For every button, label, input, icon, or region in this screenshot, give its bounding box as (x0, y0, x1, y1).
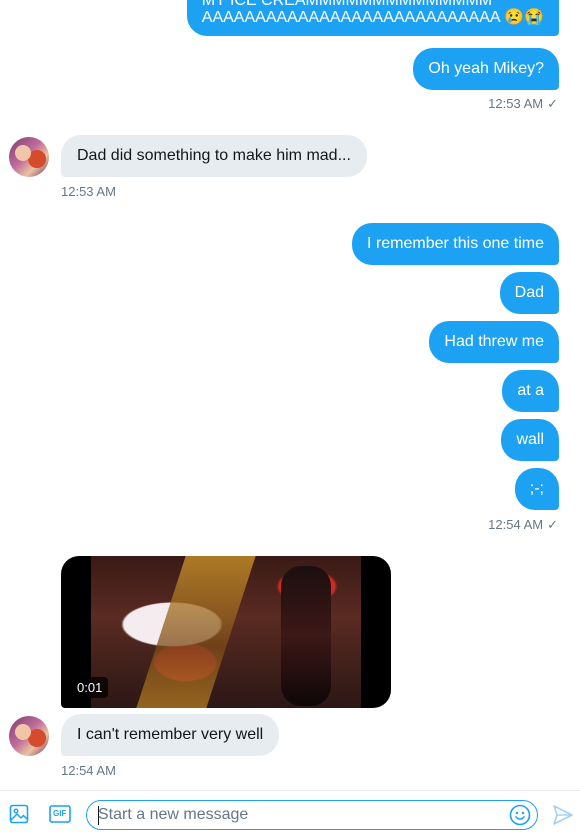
read-check-icon: ✓ (547, 96, 558, 111)
message-input[interactable] (98, 805, 498, 825)
message-out-oh-yeah[interactable]: Oh yeah Mikey? (413, 48, 559, 90)
send-icon[interactable] (552, 804, 574, 826)
message-composer: GIF (0, 790, 580, 839)
message-thread: MY ICE CREAMMMMMMMMMMMMMM AAAAAAAAAAAAAA… (0, 0, 580, 790)
gif-label: GIF (53, 809, 67, 818)
message-in-cant-remember[interactable]: I can't remember very well (61, 714, 280, 756)
video-duration-badge: 0:01 (71, 677, 109, 698)
message-text-line: AAAAAAAAAAAAAAAAAAAAAAAAAAAA 😢😭 (201, 9, 544, 26)
message-out-emote[interactable]: ;-; (514, 468, 559, 510)
message-input-box[interactable] (86, 800, 538, 830)
gif-icon[interactable]: GIF (49, 805, 71, 823)
timestamp-text: 12:53 AM (488, 96, 544, 111)
timestamp: 12:53 AM (61, 184, 116, 199)
message-text: I can't remember very well (77, 726, 264, 743)
message-out-at-a[interactable]: at a (502, 370, 559, 412)
video-thumbnail (91, 556, 361, 708)
message-text: ;-; (529, 480, 544, 497)
message-out-wall[interactable]: wall (501, 419, 559, 461)
message-out-had-threw[interactable]: Had threw me (429, 321, 559, 363)
message-out-dad[interactable]: Dad (499, 272, 559, 314)
message-text: Dad did something to make him mad... (77, 147, 351, 164)
timestamp-text: 12:54 AM (488, 517, 544, 532)
message-text: Had threw me (444, 333, 544, 350)
message-text-line: MY ICE CREAMMMMMMMMMMMMMM (202, 0, 544, 8)
timestamp: 12:54 AM (61, 763, 116, 778)
timestamp: 12:53 AM ✓ (488, 96, 558, 112)
message-text: Dad (514, 284, 544, 301)
message-out-remember[interactable]: I remember this one time (352, 223, 559, 265)
message-text: I remember this one time (367, 235, 544, 252)
video-message[interactable]: 0:01 (61, 556, 391, 708)
timestamp: 12:54 AM ✓ (488, 517, 558, 533)
read-check-icon: ✓ (547, 517, 558, 532)
avatar[interactable] (9, 716, 49, 756)
message-out-ice-cream[interactable]: MY ICE CREAMMMMMMMMMMMMMM AAAAAAAAAAAAAA… (186, 0, 559, 36)
message-text: at a (517, 382, 544, 399)
emoji-icon[interactable] (509, 804, 531, 826)
avatar[interactable] (9, 137, 49, 177)
message-in-dad-did[interactable]: Dad did something to make him mad... (61, 135, 367, 177)
message-text: Oh yeah Mikey? (428, 60, 544, 77)
image-icon[interactable] (8, 803, 30, 825)
message-text: wall (516, 431, 544, 448)
